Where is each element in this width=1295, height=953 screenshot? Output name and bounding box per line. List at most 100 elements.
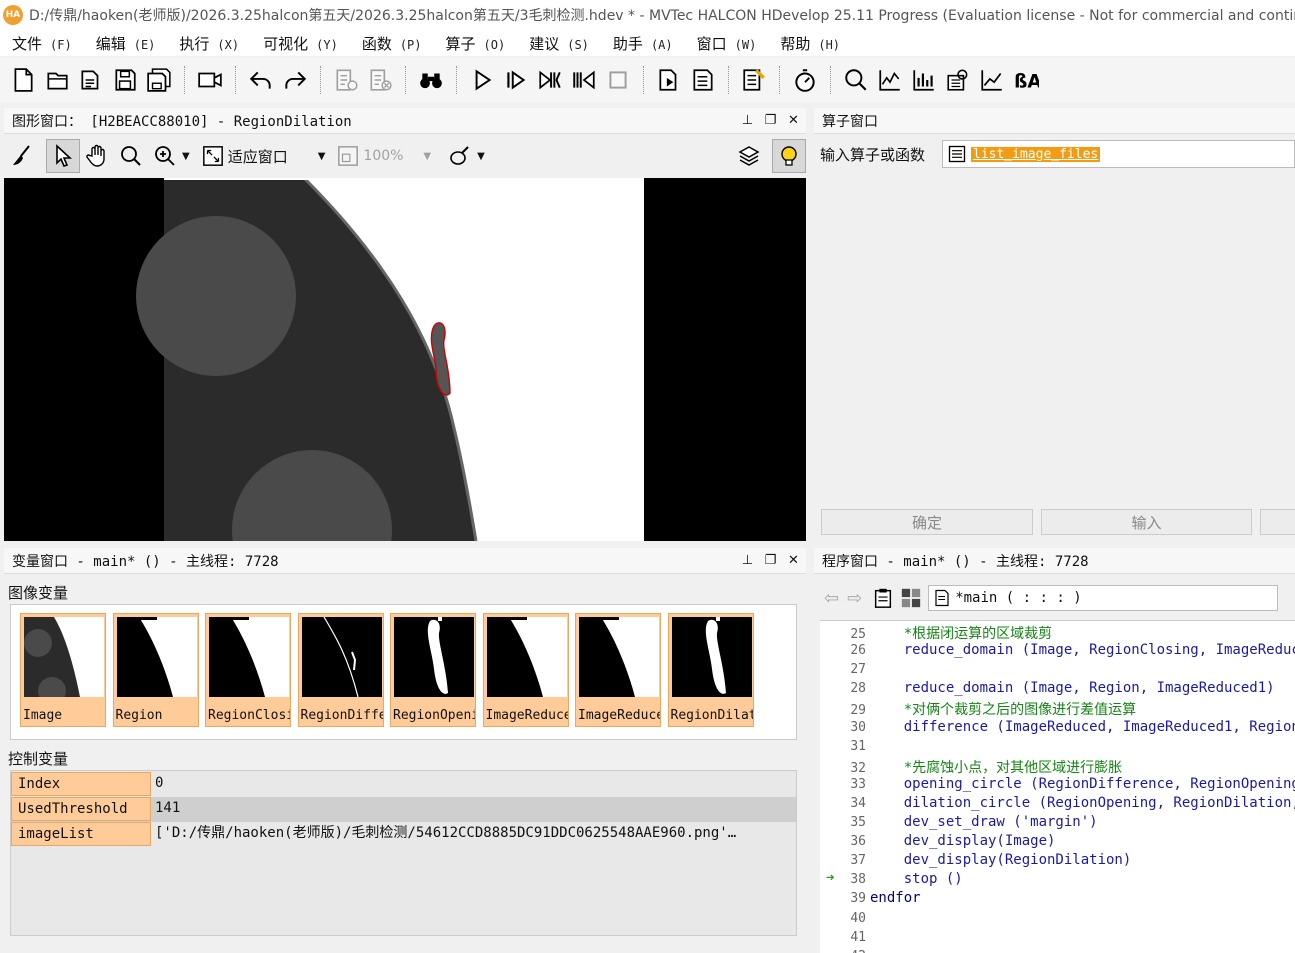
code-line[interactable]: 42 <box>820 948 1295 953</box>
menu-item-1[interactable]: 编辑 (E) <box>84 33 168 54</box>
clipboard-icon[interactable] <box>872 587 894 609</box>
toolbar-separator <box>405 66 406 94</box>
redo-icon[interactable] <box>278 63 312 97</box>
forward-arrow-icon[interactable]: ⇨ <box>847 588 862 609</box>
binoculars-icon[interactable] <box>414 63 448 97</box>
code-line[interactable]: 35 dev_set_draw ('margin') <box>820 814 1295 833</box>
code-line[interactable]: 30 difference (ImageReduced, ImageReduce… <box>820 719 1295 738</box>
menu-item-8[interactable]: 窗口 (W) <box>685 33 769 54</box>
code-line[interactable]: 28 reduce_domain (Image, Region, ImageRe… <box>820 680 1295 699</box>
menu-item-7[interactable]: 助手 (A) <box>601 33 685 54</box>
step-over-icon[interactable] <box>499 63 533 97</box>
control-variable-row[interactable]: UsedThreshold 141 <box>11 797 796 822</box>
zoom-in-icon[interactable] <box>148 139 182 173</box>
chevron-down-icon[interactable]: ▼ <box>182 151 190 162</box>
code-line[interactable]: 31 <box>820 738 1295 757</box>
image-variable-thumb[interactable]: RegionDifference <box>297 613 384 727</box>
pointer-tool-icon[interactable] <box>46 139 80 173</box>
image-variable-thumb[interactable]: RegionOpening <box>390 613 476 727</box>
menu-item-5[interactable]: 算子 (O) <box>434 33 518 54</box>
code-line[interactable]: 27 <box>820 661 1295 680</box>
image-variable-thumb[interactable]: Region <box>112 613 199 727</box>
image-variable-thumb[interactable]: RegionClosing <box>205 613 291 727</box>
control-variable-row[interactable]: imageList ['D:/传鼎/haoken(老师版)/毛刺检测/54612C… <box>11 822 796 847</box>
pin-icon[interactable]: ⊥ <box>739 111 756 129</box>
feature-inspection-icon[interactable] <box>941 63 975 97</box>
zoom-combo[interactable]: 100% ▼ <box>337 142 431 170</box>
ok-button[interactable]: 确定 <box>821 509 1033 535</box>
apply-button[interactable] <box>1260 509 1295 535</box>
undo-icon[interactable] <box>244 63 278 97</box>
ocr-assistant-icon[interactable]: ßA <box>1009 63 1043 97</box>
code-line[interactable]: 40 <box>820 910 1295 929</box>
code-line[interactable]: 29 *对俩个裁剪之后的图像进行差值运算 <box>820 699 1295 718</box>
feature-histogram-icon[interactable] <box>907 63 941 97</box>
code-text: *先腐蚀小点，对其他区域进行膨胀 <box>870 759 1123 776</box>
code-line[interactable]: 33 opening_circle (RegionDifference, Reg… <box>820 776 1295 795</box>
code-line[interactable]: 34 dilation_circle (RegionOpening, Regio… <box>820 795 1295 814</box>
float-icon[interactable]: ❐ <box>762 111 779 129</box>
graphics-canvas[interactable] <box>4 178 806 541</box>
step-into-icon[interactable] <box>533 63 567 97</box>
close-icon[interactable]: ✕ <box>785 111 802 129</box>
control-variable-row[interactable]: Index 0 <box>11 772 796 797</box>
menu-item-0[interactable]: 文件 (F) <box>0 33 84 54</box>
close-icon[interactable]: ✕ <box>785 551 802 569</box>
image-variable-thumb[interactable]: ImageReduced <box>482 613 569 727</box>
procedure-icon[interactable] <box>686 63 720 97</box>
code-line[interactable]: 39 endfor <box>820 890 1295 909</box>
code-line[interactable]: 38 stop () ➜ <box>820 870 1295 890</box>
magnify-tool-icon[interactable] <box>114 139 148 173</box>
image-variable-thumb[interactable]: Image <box>20 613 106 727</box>
control-variable-value: ['D:/传鼎/haoken(老师版)/毛刺检测/54612CCD8885DC9… <box>155 825 737 841</box>
operator-input[interactable]: list_image_files <box>942 140 1295 168</box>
hand-tool-icon[interactable] <box>80 139 114 173</box>
image-variable-thumb[interactable]: RegionDilation <box>667 613 754 727</box>
clear-window-icon[interactable] <box>4 139 38 173</box>
export-icon[interactable] <box>74 63 108 97</box>
camera-icon[interactable] <box>193 63 227 97</box>
back-arrow-icon[interactable]: ⇦ <box>824 588 839 609</box>
gray-histogram-icon[interactable] <box>873 63 907 97</box>
code-line[interactable]: 26 reduce_domain (Image, RegionClosing, … <box>820 642 1295 661</box>
layers-icon[interactable] <box>732 139 766 173</box>
image-variable-thumb[interactable]: ImageReduced1 <box>575 613 661 727</box>
program-code-area[interactable]: 25 *根据闭运算的区域裁剪 26 reduce_domain (Image, R… <box>820 620 1295 953</box>
procedure-select[interactable]: *main ( : : : ) <box>928 585 1279 611</box>
grid-view-icon[interactable] <box>900 587 922 609</box>
reset-program-icon[interactable] <box>652 63 686 97</box>
lightbulb-icon[interactable] <box>772 139 806 173</box>
chevron-down-icon[interactable]: ▼ <box>318 151 326 162</box>
code-line[interactable]: 36 dev_display(Image) <box>820 833 1295 852</box>
menu-item-2[interactable]: 执行 (X) <box>167 33 251 54</box>
deactivate-line-icon[interactable] <box>363 63 397 97</box>
enter-button[interactable]: 输入 <box>1041 509 1252 535</box>
activate-line-icon[interactable] <box>329 63 363 97</box>
draw-shape-icon[interactable] <box>443 139 477 173</box>
code-line[interactable]: 32 *先腐蚀小点，对其他区域进行膨胀 <box>820 757 1295 776</box>
pin-icon[interactable]: ⊥ <box>739 551 756 569</box>
run-icon[interactable] <box>465 63 499 97</box>
open-file-icon[interactable] <box>40 63 74 97</box>
variable-inspect-icon[interactable] <box>737 63 771 97</box>
save-all-icon[interactable] <box>142 63 176 97</box>
new-file-icon[interactable] <box>6 63 40 97</box>
step-out-icon[interactable] <box>567 63 601 97</box>
menu-item-6[interactable]: 建议 (S) <box>517 33 601 54</box>
chevron-down-icon[interactable]: ▼ <box>477 151 485 162</box>
float-icon[interactable]: ❐ <box>762 551 779 569</box>
code-line[interactable]: 41 <box>820 929 1295 948</box>
code-line[interactable]: 25 *根据闭运算的区域裁剪 <box>820 623 1295 642</box>
fit-window-combo[interactable]: 适应窗口 ▼ <box>202 142 326 170</box>
line-number: 35 <box>850 815 866 830</box>
save-icon[interactable] <box>108 63 142 97</box>
zoom-tool-icon[interactable] <box>839 63 873 97</box>
menu-item-3[interactable]: 可视化 (Y) <box>251 33 350 54</box>
stop-icon[interactable] <box>601 63 635 97</box>
code-line[interactable]: 37 dev_display(RegionDilation) <box>820 852 1295 871</box>
timer-icon[interactable] <box>788 63 822 97</box>
menu-item-9[interactable]: 帮助 (H) <box>768 33 852 54</box>
line-profile-icon[interactable] <box>975 63 1009 97</box>
chevron-down-icon[interactable]: ▼ <box>423 151 431 162</box>
menu-item-4[interactable]: 函数 (P) <box>350 33 434 54</box>
